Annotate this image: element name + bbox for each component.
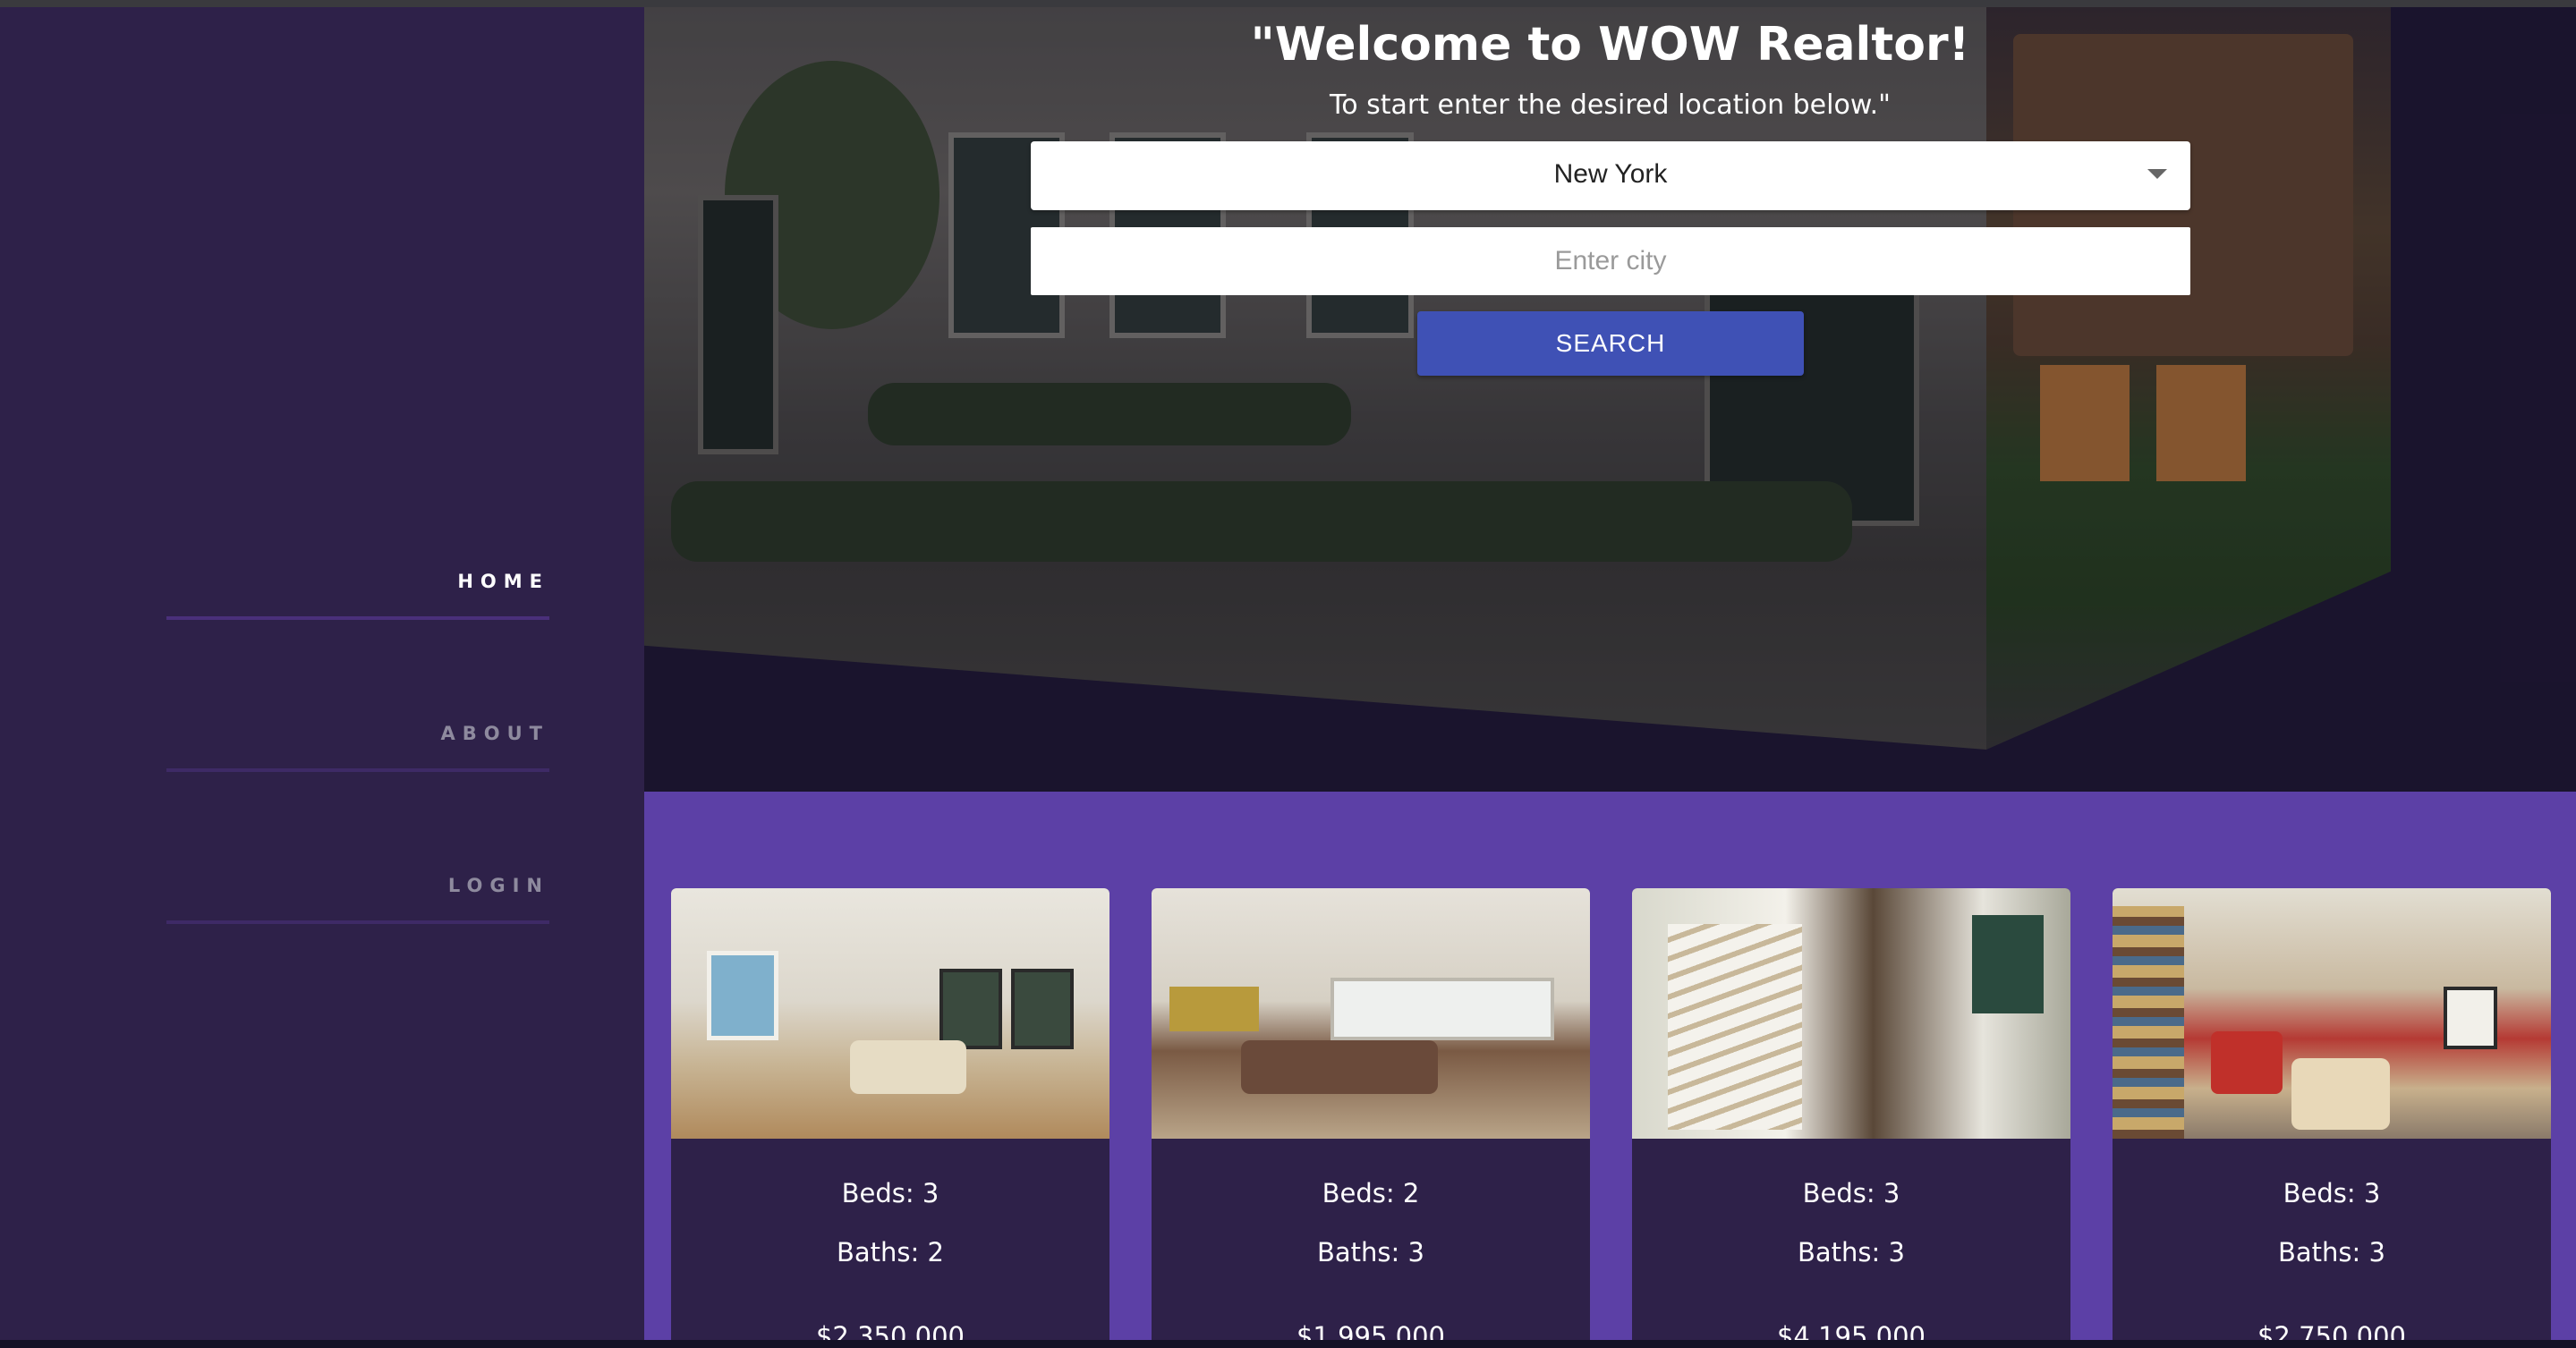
sofa-decoration <box>850 1040 966 1094</box>
listing-photo[interactable] <box>671 888 1109 1139</box>
armchair-decoration <box>2291 1058 2390 1130</box>
caret-down-icon[interactable] <box>2147 169 2167 179</box>
listing-beds: Beds: 2 <box>1322 1178 1420 1208</box>
mirror-decoration <box>1169 987 1259 1031</box>
bookshelf-decoration <box>2113 906 2184 1139</box>
painting-decoration <box>1972 915 2044 1013</box>
city-input[interactable] <box>1031 227 2190 295</box>
listing-beds: Beds: 3 <box>1802 1178 1900 1208</box>
nav-item-login-label: LOGIN <box>447 875 549 896</box>
welcome-title: "Welcome to WOW Realtor! <box>1250 18 1970 72</box>
nav-item-about-label: ABOUT <box>440 723 549 744</box>
location-select[interactable]: New York <box>1031 141 2190 210</box>
nav-item-home[interactable]: HOME <box>166 571 549 620</box>
listing-beds: Beds: 3 <box>841 1178 939 1208</box>
nav-item-about-underline <box>166 768 549 772</box>
listing-price: $1,995,000 <box>1296 1321 1446 1340</box>
nav-item-about[interactable]: ABOUT <box>166 723 549 772</box>
browser-top-strip <box>0 0 2576 7</box>
listing-card[interactable]: Beds: 3 Baths: 3 $2,750,000 <box>2113 888 2551 1340</box>
hero-dark-overlay <box>644 7 2576 792</box>
listing-price: $2,350,000 <box>815 1321 965 1340</box>
location-select-value: New York <box>1553 159 1668 189</box>
listing-baths: Baths: 2 <box>837 1237 944 1267</box>
nav-item-login-underline <box>166 920 549 924</box>
window-decoration <box>939 969 1002 1049</box>
listing-baths: Baths: 3 <box>1317 1237 1424 1267</box>
listing-photo[interactable] <box>1632 888 2070 1139</box>
listing-photo[interactable] <box>2113 888 2551 1139</box>
nav-item-login[interactable]: LOGIN <box>166 875 549 924</box>
listing-card[interactable]: Beds: 3 Baths: 2 $2,350,000 <box>671 888 1109 1340</box>
main-content: "Welcome to WOW Realtor! To start enter … <box>644 7 2576 1340</box>
listing-baths: Baths: 3 <box>2278 1237 2385 1267</box>
wall-art-decoration <box>707 951 778 1040</box>
window-decoration <box>1011 969 1074 1049</box>
nav-item-home-underline <box>166 616 549 620</box>
listing-photo[interactable] <box>1152 888 1590 1139</box>
sofa-decoration <box>1241 1040 1438 1094</box>
window-decoration <box>1331 978 1554 1040</box>
armchair-decoration <box>2211 1031 2283 1094</box>
hero-section: "Welcome to WOW Realtor! To start enter … <box>644 7 2576 792</box>
listing-baths: Baths: 3 <box>1798 1237 1905 1267</box>
listing-price: $2,750,000 <box>2257 1321 2407 1340</box>
nav-item-home-label: HOME <box>457 571 549 592</box>
staircase-decoration <box>1668 924 1802 1130</box>
listing-price: $4,195,000 <box>1776 1321 1926 1340</box>
listing-card[interactable]: Beds: 3 Baths: 3 $4,195,000 <box>1632 888 2070 1340</box>
listings-section: Beds: 3 Baths: 2 $2,350,000 Beds: 2 Bath… <box>644 792 2576 1340</box>
listing-card[interactable]: Beds: 2 Baths: 3 $1,995,000 <box>1152 888 1590 1340</box>
listing-beds: Beds: 3 <box>2283 1178 2381 1208</box>
search-button[interactable]: SEARCH <box>1417 311 1804 376</box>
fireplace-decoration <box>2444 987 2497 1049</box>
sidebar: HOME ABOUT LOGIN <box>0 7 644 1340</box>
welcome-subtitle: To start enter the desired location belo… <box>1330 89 1891 121</box>
